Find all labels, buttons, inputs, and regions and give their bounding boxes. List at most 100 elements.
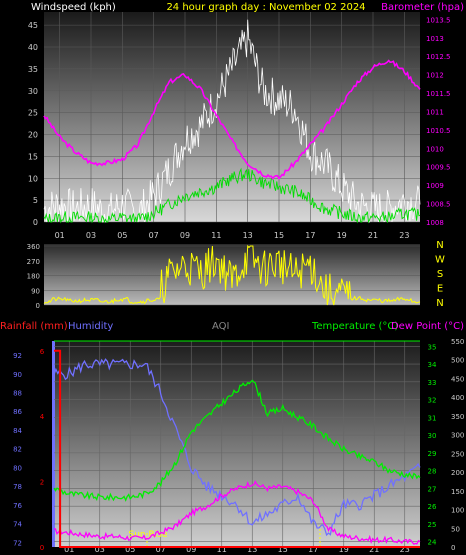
- panel3-background: [54, 341, 420, 547]
- y-right-tick-label: 1012: [426, 72, 444, 80]
- y-right-tick-label: 1011: [426, 108, 444, 116]
- y-right-tick-label: 1013: [426, 35, 444, 43]
- y-right-tick-label: 1013.5: [426, 16, 451, 24]
- y-tick-label: 5: [33, 196, 38, 205]
- y-tick-label: 20: [28, 131, 38, 140]
- rainfall-axis: 0 2 4 6: [40, 348, 45, 552]
- x-tick-label: 03: [86, 231, 96, 240]
- y-tick-label: 45: [28, 21, 38, 30]
- temperature-tick-label: 28: [428, 468, 437, 476]
- aqi-tick-label: 50: [451, 525, 460, 533]
- compass-label: N: [436, 240, 443, 251]
- y-tick-label: 30: [28, 87, 38, 96]
- temperature-tick-label: 35: [428, 343, 437, 351]
- y-tick-label: 0: [33, 218, 38, 227]
- panel2-background: [44, 244, 420, 305]
- temperature-tick-label: 30: [428, 432, 437, 440]
- panel1-left-axis: 0 5 10 15 20 25 30 35 40 45: [28, 21, 38, 227]
- y-tick-label: 40: [28, 43, 38, 52]
- compass-label: W: [435, 255, 445, 266]
- graph-title: 24 hour graph day : November 02 2024: [166, 2, 365, 13]
- direction-tick-label: 270: [27, 258, 40, 266]
- humidity-tick-label: 92: [13, 352, 22, 360]
- panel2-compass-axis: NWSEN: [435, 240, 445, 309]
- x-tick-label: 05: [117, 231, 127, 240]
- rainfall-tick-label: 2: [40, 479, 44, 487]
- y-right-tick-label: 1010.5: [426, 127, 451, 135]
- humidity-tick-label: 84: [13, 427, 22, 435]
- aqi-tick-label: 250: [451, 450, 464, 458]
- aqi-tick-label: 550: [451, 338, 464, 346]
- aqi-tick-label: 100: [451, 507, 464, 515]
- humidity-tick-label: 78: [13, 483, 22, 491]
- panel1-x-axis: 01 03 05 07 09 11 13 15 17 19 21 23: [55, 231, 410, 240]
- x-tick-label: 13: [243, 231, 253, 240]
- x-tick-label: 21: [368, 231, 378, 240]
- temperature-tick-label: 31: [428, 414, 437, 422]
- temperature-tick-label: 25: [428, 521, 437, 529]
- humidity-tick-label: 90: [13, 371, 22, 379]
- y-right-tick-label: 1010: [426, 145, 444, 153]
- rain-humidity-temperature-panel: 7274767880828486889092 0246 242526272829…: [13, 338, 464, 554]
- y-tick-label: 25: [28, 109, 38, 118]
- compass-label: N: [436, 298, 443, 309]
- x-tick-label: 11: [211, 231, 221, 240]
- y-tick-label: 35: [28, 65, 38, 74]
- aqi-axis: 0 50 100 150 200 250 300 350 400 450 500 550: [451, 338, 464, 552]
- humidity-tick-label: 76: [13, 502, 22, 510]
- compass-label: S: [437, 269, 443, 280]
- y-right-tick-label: 1011.5: [426, 90, 451, 98]
- direction-tick-label: 0: [36, 302, 40, 310]
- humidity-tick-label: 80: [13, 464, 22, 472]
- aqi-tick-label: 350: [451, 413, 464, 421]
- aqi-tick-label: 500: [451, 357, 464, 365]
- y-right-tick-label: 1008.5: [426, 201, 451, 209]
- compass-label: E: [437, 284, 443, 295]
- x-tick-label: 19: [337, 231, 347, 240]
- x-tick-label: 01: [55, 231, 65, 240]
- rainfall-tick-label: 0: [40, 544, 44, 552]
- humidity-tick-label: 74: [13, 521, 22, 529]
- humidity-axis: 72 74 76 78 80 82 84 86 88 90 92: [13, 352, 22, 547]
- y-right-tick-label: 1009.5: [426, 164, 451, 172]
- humidity-tick-label: 72: [13, 539, 22, 547]
- temperature-label: Temperature (°C): [311, 321, 398, 332]
- rainfall-tick-label: 4: [40, 413, 45, 421]
- weather-graphs: Windspeed (kph) 24 hour graph day : Nove…: [0, 2, 464, 554]
- direction-tick-label: 90: [31, 287, 40, 295]
- aqi-tick-label: 0: [451, 544, 455, 552]
- aqi-tick-label: 300: [451, 432, 464, 440]
- windspeed-label: Windspeed (kph): [31, 2, 116, 13]
- aqi-label: AQI: [212, 321, 230, 332]
- wind-barometer-panel: 0 5 10 15 20 25 30 35 40 45 1008 1008.5 10 09 1009.5 1…: [28, 12, 451, 240]
- barometer-label: Barometer (hpa): [381, 2, 464, 13]
- temperature-tick-label: 29: [428, 450, 437, 458]
- aqi-tick-label: 450: [451, 375, 464, 383]
- panel2-left-axis: 0 90 180 270 360: [27, 243, 40, 310]
- wind-direction-panel: 090180270360 NWSEN: [27, 240, 445, 310]
- x-tick-label: 23: [399, 231, 409, 240]
- aqi-tick-label: 400: [451, 394, 464, 402]
- x-tick-label: 07: [149, 231, 159, 240]
- humidity-label: Humidity: [68, 321, 113, 332]
- x-tick-label: 09: [180, 231, 190, 240]
- y-right-tick-label: 1008: [426, 219, 444, 227]
- panel1-background: [44, 12, 420, 222]
- temperature-axis: 24 25 26 27 28 29 30 31 32 33 34 35: [428, 343, 437, 546]
- y-tick-label: 10: [28, 174, 38, 183]
- humidity-tick-label: 82: [13, 446, 22, 454]
- temperature-tick-label: 27: [428, 485, 437, 493]
- rainfall-label: Rainfall (mm): [0, 321, 68, 332]
- x-tick-label: 17: [305, 231, 315, 240]
- y-tick-label: 15: [28, 152, 38, 161]
- x-tick-label: 15: [274, 231, 284, 240]
- direction-tick-label: 360: [27, 243, 40, 251]
- temperature-tick-label: 32: [428, 397, 437, 405]
- dewpoint-label: Dew Point (°C): [391, 321, 464, 332]
- y-right-tick-label: 1012.5: [426, 53, 451, 61]
- direction-tick-label: 180: [27, 273, 40, 281]
- temperature-tick-label: 34: [428, 361, 437, 369]
- humidity-tick-label: 86: [13, 408, 22, 416]
- temperature-tick-label: 24: [428, 539, 437, 547]
- temperature-tick-label: 26: [428, 503, 437, 511]
